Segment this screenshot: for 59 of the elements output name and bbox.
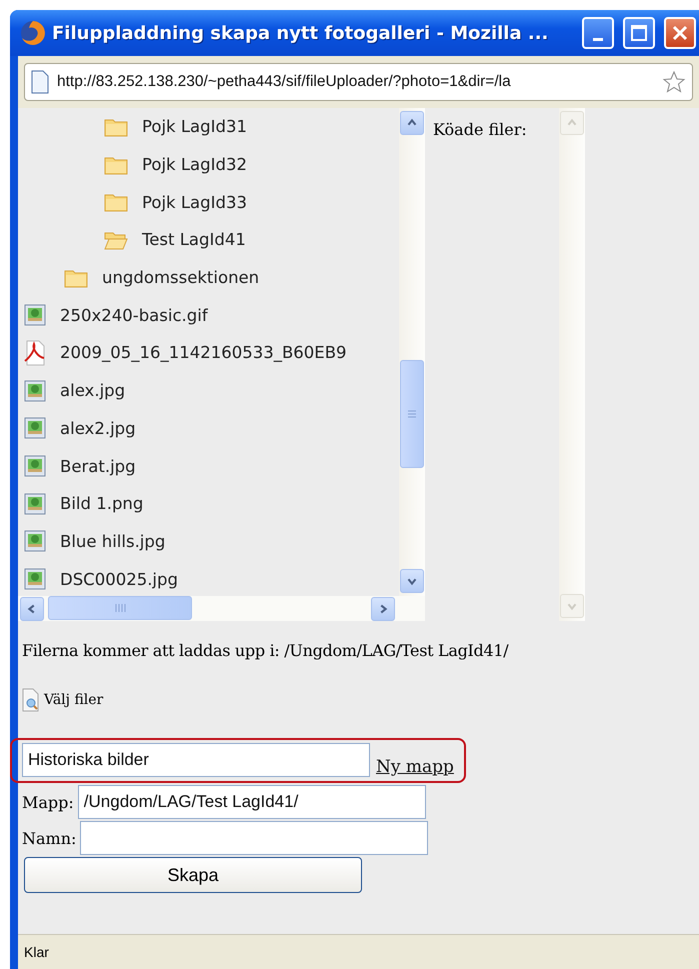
- tree-item[interactable]: Pojk LagId33: [142, 192, 247, 212]
- close-icon: [671, 24, 689, 42]
- maximize-icon: [630, 24, 648, 42]
- name-field[interactable]: [80, 821, 428, 855]
- scroll-thumb[interactable]: [48, 596, 192, 620]
- file-search-icon: [22, 688, 40, 712]
- tree-item[interactable]: alex2.jpg: [60, 418, 136, 438]
- scroll-thumb[interactable]: [400, 360, 424, 468]
- minimize-icon: [593, 38, 603, 40]
- tree-item[interactable]: Pojk LagId32: [142, 155, 247, 174]
- tree-item[interactable]: Test LagId41: [142, 230, 246, 250]
- image-file-icon: [24, 455, 46, 478]
- new-folder-link[interactable]: Ny mapp: [376, 757, 454, 777]
- pdf-file-icon: [24, 340, 46, 366]
- upload-target-text: Filerna kommer att laddas upp i: /Ungdom/LAG/Test LagId41/: [22, 641, 510, 660]
- scroll-right-button[interactable]: [371, 596, 395, 620]
- horizontal-scrollbar[interactable]: [18, 596, 425, 621]
- new-folder-field[interactable]: Historiska bilder: [22, 743, 370, 777]
- minimize-button[interactable]: [582, 17, 614, 49]
- folder-icon: [104, 192, 128, 212]
- tree-item[interactable]: 250x240-basic.gif: [60, 306, 208, 325]
- folder-icon: [64, 268, 88, 288]
- star-icon[interactable]: [662, 70, 686, 94]
- address-bar[interactable]: http://83.252.138.230/~petha443/sif/fileUploader/?photo=1&dir=/la: [24, 63, 693, 101]
- scroll-down-button[interactable]: [400, 569, 424, 593]
- tree-item[interactable]: 2009_05_16_1142160533_B60EB9: [60, 343, 347, 362]
- tree-item[interactable]: ungdomssektionen: [102, 268, 260, 288]
- tree-item[interactable]: Berat.jpg: [60, 456, 136, 476]
- tree-item[interactable]: DSC00025.jpg: [60, 570, 178, 589]
- page-icon: [31, 70, 49, 94]
- window-title: Filuppladdning skapa nytt fotogalleri - Mozilla ...: [52, 22, 550, 44]
- image-file-icon: [24, 380, 46, 402]
- scroll-up-button[interactable]: [400, 111, 424, 135]
- image-file-icon: [24, 304, 46, 326]
- folder-label: Mapp:: [22, 792, 74, 812]
- image-file-icon: [24, 530, 46, 552]
- maximize-button[interactable]: [623, 17, 655, 49]
- grip-icon: [114, 603, 126, 613]
- folder-icon: [104, 154, 128, 175]
- browser-logo-icon: [20, 20, 46, 46]
- status-text: Klar: [24, 944, 50, 960]
- image-file-icon: [24, 568, 46, 590]
- name-label: Namn:: [22, 828, 76, 848]
- open-folder-icon: [104, 230, 128, 250]
- tree-item[interactable]: Bild 1.png: [60, 494, 144, 514]
- tree-item[interactable]: Pojk LagId31: [142, 117, 247, 136]
- close-button[interactable]: [664, 17, 696, 49]
- image-file-icon: [24, 492, 46, 515]
- folder-field[interactable]: /Ungdom/LAG/Test LagId41/: [78, 785, 426, 819]
- scroll-left-button[interactable]: [20, 596, 44, 620]
- image-file-icon: [24, 417, 46, 440]
- tree-item[interactable]: Blue hills.jpg: [60, 532, 166, 551]
- vertical-scrollbar[interactable]: [399, 108, 425, 596]
- queue-title: Köade filer:: [432, 119, 528, 141]
- choose-files-button[interactable]: Välj filer: [22, 688, 104, 712]
- grip-icon: [407, 409, 417, 419]
- create-button[interactable]: Skapa: [24, 857, 362, 893]
- folder-icon: [104, 116, 128, 137]
- tree-item[interactable]: alex.jpg: [60, 381, 126, 400]
